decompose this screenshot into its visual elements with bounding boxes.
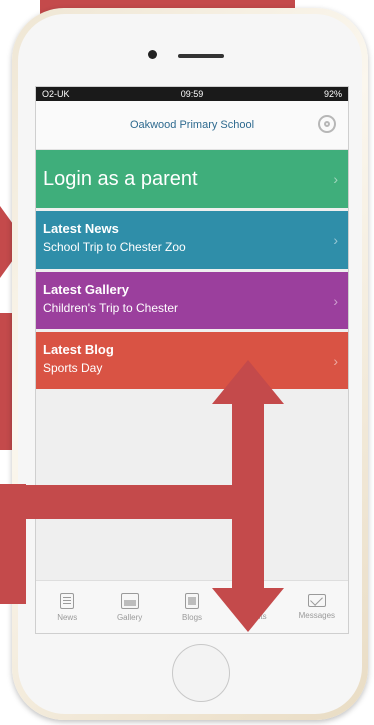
latest-gallery-tile[interactable]: Latest Gallery Children's Trip to Cheste… xyxy=(36,272,348,329)
clock: 09:59 xyxy=(180,89,204,99)
annotation-double-arrow-shaft xyxy=(232,400,264,600)
earpiece-speaker xyxy=(178,54,224,58)
blogs-icon xyxy=(185,592,200,609)
battery-level: 92% xyxy=(323,89,342,99)
gallery-icon xyxy=(120,592,139,609)
tab-news-label: News xyxy=(57,612,78,622)
latest-blog-subtitle: Sports Day xyxy=(43,361,103,375)
latest-news-heading: Latest News xyxy=(43,221,119,236)
latest-blog-heading: Latest Blog xyxy=(43,342,114,357)
tab-news[interactable]: News xyxy=(36,581,98,633)
annotation-arrow-up-head xyxy=(212,360,284,404)
school-title: Oakwood Primary School xyxy=(129,119,255,131)
messages-icon xyxy=(307,594,326,607)
app-header: Oakwood Primary School xyxy=(36,101,348,150)
bottom-tab-bar: News Gallery Blogs Events Messages xyxy=(36,580,348,633)
news-icon xyxy=(60,592,75,609)
annotation-horizontal-bar xyxy=(0,485,262,519)
app-screen: O2-UK 09:59 92% Oakwood Primary School L… xyxy=(35,86,349,634)
latest-blog-tile[interactable]: Latest Blog Sports Day › xyxy=(36,332,348,389)
annotation-arrow-down-head xyxy=(212,588,284,632)
annotation-bar-left xyxy=(0,484,26,604)
latest-news-subtitle: School Trip to Chester Zoo xyxy=(43,240,186,254)
tab-blogs-label: Blogs xyxy=(182,612,203,622)
tab-messages[interactable]: Messages xyxy=(286,581,348,633)
chevron-right-icon: › xyxy=(333,171,338,187)
tab-gallery[interactable]: Gallery xyxy=(98,581,160,633)
front-camera xyxy=(148,50,157,59)
chevron-right-icon: › xyxy=(333,232,338,248)
home-button[interactable] xyxy=(172,644,230,702)
settings-gear-icon[interactable] xyxy=(318,115,336,133)
login-as-parent-tile[interactable]: Login as a parent › xyxy=(36,150,348,208)
tab-gallery-label: Gallery xyxy=(116,612,143,622)
status-bar: O2-UK 09:59 92% xyxy=(36,87,348,101)
login-label: Login as a parent xyxy=(43,167,198,190)
chevron-right-icon: › xyxy=(333,292,338,309)
carrier-label: O2-UK xyxy=(42,89,70,99)
chevron-right-icon: › xyxy=(333,352,338,369)
latest-gallery-subtitle: Children's Trip to Chester xyxy=(43,301,179,315)
latest-gallery-heading: Latest Gallery xyxy=(43,282,129,297)
latest-news-tile[interactable]: Latest News School Trip to Chester Zoo › xyxy=(36,211,348,269)
tab-messages-label: Messages xyxy=(298,611,336,620)
